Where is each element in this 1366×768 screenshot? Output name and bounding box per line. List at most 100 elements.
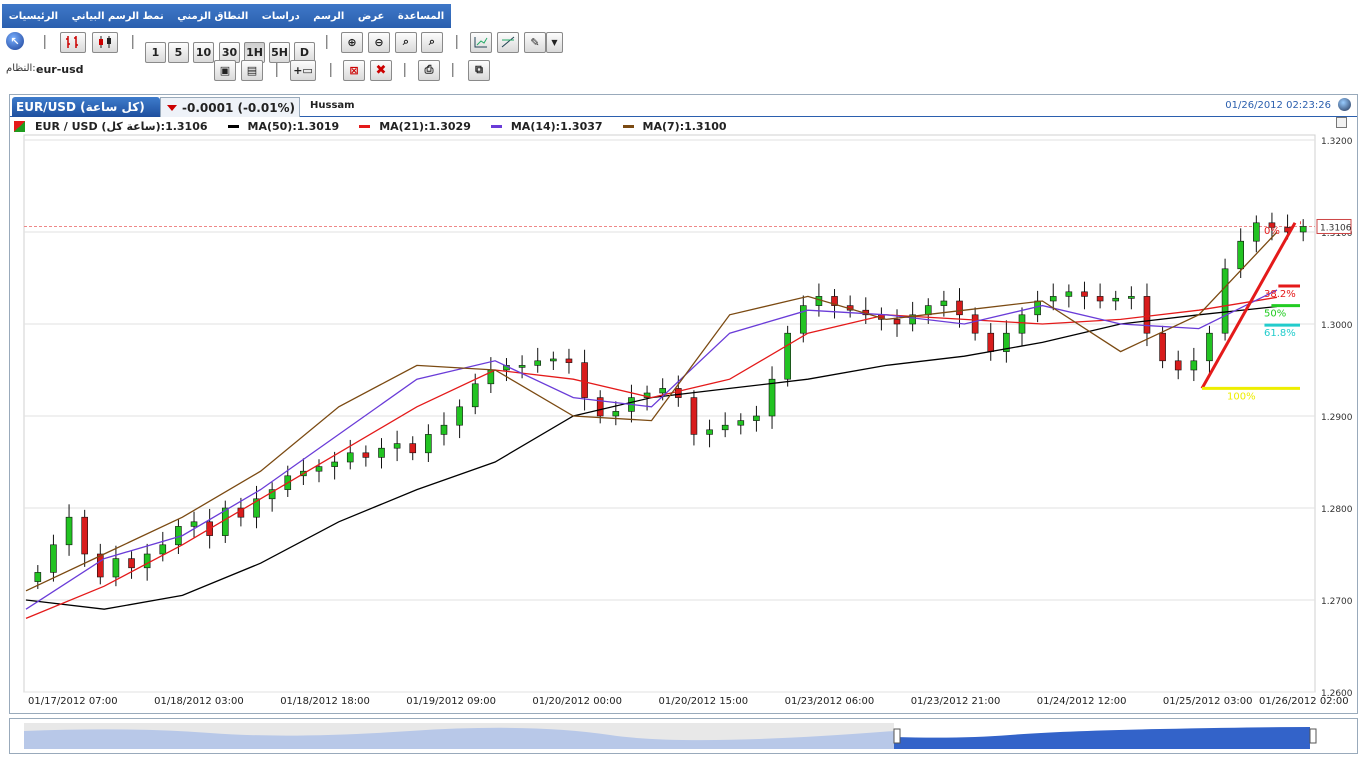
candle-chart-button[interactable] <box>92 31 118 53</box>
separator <box>456 35 458 49</box>
separator <box>330 63 332 77</box>
candle-body <box>799 305 807 334</box>
candle-body <box>659 388 666 394</box>
x-tick-label: 01/20/2012 00:00 <box>532 696 622 707</box>
candle-body <box>1221 268 1229 334</box>
candle-body <box>1018 314 1026 334</box>
y-tick-label: 1.2700 <box>1321 597 1353 607</box>
candle-body <box>956 300 963 316</box>
load-icon: ▤ <box>246 63 258 77</box>
x-tick-label: 01/25/2012 03:00 <box>1163 696 1253 707</box>
x-tick-label: 01/17/2012 07:00 <box>28 696 118 707</box>
candlestick-icon <box>99 36 111 48</box>
menu-item-3[interactable]: دراسات <box>262 11 300 22</box>
candle-body <box>987 332 995 352</box>
candle-body <box>1253 222 1260 242</box>
y-tick-label: 1.2900 <box>1321 413 1353 423</box>
price-chart[interactable]: 1.32001.31001.30001.29001.28001.27001.26… <box>10 95 1357 713</box>
chevron-down-icon: ▼ <box>551 37 558 47</box>
candle-body <box>1237 240 1245 270</box>
magnifier-icon: ⌕ <box>402 35 410 48</box>
x-tick-label: 01/20/2012 15:00 <box>659 696 749 707</box>
clear-icon: ⊠ <box>349 63 359 77</box>
clear-drawings-button[interactable]: ⊠ <box>343 59 365 81</box>
zoom-in-icon: ⊕ <box>347 35 357 49</box>
zoom-in-button[interactable]: ⊕ <box>341 31 363 53</box>
candle-body <box>924 305 932 316</box>
candle-body <box>331 461 338 467</box>
candle-body <box>1143 296 1151 334</box>
save-button[interactable]: ▣ <box>214 59 236 81</box>
candle-body <box>440 424 448 435</box>
trendline-icon <box>501 36 515 48</box>
separator <box>404 63 406 77</box>
menu-item-1[interactable]: نمط الرسم البياني <box>72 11 164 22</box>
candle-body <box>1081 291 1088 297</box>
y-tick-label: 1.3000 <box>1321 321 1353 331</box>
candle-body <box>34 572 42 582</box>
menu-item-4[interactable]: الرسم <box>313 11 344 22</box>
zoom-area-button[interactable]: ⌕ <box>421 31 443 53</box>
menu-item-5[interactable]: عرض <box>358 11 385 22</box>
candle-body <box>706 429 713 435</box>
magnifier-area-icon: ⌕ <box>428 35 436 48</box>
candle-body <box>1128 296 1135 299</box>
fib-level-label: 61.8% <box>1264 328 1296 339</box>
menu-bar: الرئيسيات نمط الرسم البياني النطاق الزمني د… <box>0 0 1366 29</box>
zoom-out-button[interactable]: ⊖ <box>368 31 390 53</box>
pencil-icon: ✎ <box>530 35 540 49</box>
candle-body <box>768 378 776 417</box>
candle-body <box>737 420 745 426</box>
separator <box>326 35 328 49</box>
candle-body <box>518 365 526 368</box>
candle-body <box>1159 332 1166 362</box>
candle-body <box>784 332 791 380</box>
chart-panel: EUR/USD (كل ساعة) -0.0001 (-0.01%) Hussa… <box>9 94 1358 714</box>
x-tick-label: 01/23/2012 21:00 <box>911 696 1001 707</box>
candle-body <box>65 516 73 546</box>
y-tick-label: 1.3200 <box>1321 137 1353 147</box>
load-button[interactable]: ▤ <box>241 59 263 81</box>
candle-body <box>456 406 463 426</box>
delete-button[interactable]: ✖ <box>370 59 392 81</box>
print-button[interactable]: ⎙ <box>418 59 440 81</box>
candle-body <box>1112 297 1120 302</box>
add-chart-button[interactable]: +▭ <box>290 59 316 81</box>
candle-body <box>190 521 198 527</box>
symbol-input[interactable]: eur-usd <box>36 63 84 76</box>
zoom-reset-button[interactable]: ⌕ <box>395 31 417 53</box>
menu-item-6[interactable]: المساعدة <box>398 11 444 22</box>
navigator-chart[interactable] <box>10 719 1357 753</box>
candle-body <box>112 558 120 578</box>
candle-body <box>143 553 151 569</box>
candle-body <box>971 314 979 334</box>
x-tick-label: 01/18/2012 03:00 <box>154 696 244 707</box>
plot-area <box>23 134 1316 693</box>
navigator-selected-area <box>894 727 1310 749</box>
popout-button[interactable]: ⧉ <box>468 59 490 81</box>
separator <box>132 35 134 49</box>
candle-body <box>1174 360 1182 371</box>
candle-body <box>378 447 385 458</box>
navigator-left-handle <box>893 728 901 744</box>
pointer-icon[interactable]: ↖ <box>6 32 24 50</box>
bar-chart-button[interactable] <box>60 31 86 53</box>
indicator-button[interactable] <box>470 31 492 53</box>
trendline-button[interactable] <box>497 31 519 53</box>
x-tick-label: 01/18/2012 18:00 <box>280 696 370 707</box>
menu-item-0[interactable]: الرئيسيات <box>9 11 58 22</box>
candle-body <box>581 362 588 398</box>
candle-body <box>81 516 88 555</box>
y-tick-label: 1.2800 <box>1321 505 1353 515</box>
draw-button[interactable]: ✎ <box>524 31 546 53</box>
candle-body <box>128 558 135 569</box>
candle-body <box>409 443 417 454</box>
candle-body <box>1049 296 1057 302</box>
x-tick-label: 01/19/2012 09:00 <box>406 696 496 707</box>
last-price-label: 1.3106 <box>1320 223 1352 233</box>
menu-item-2[interactable]: النطاق الزمني <box>177 11 248 22</box>
fib-level-label: 38.2% <box>1264 289 1296 300</box>
save-icon: ▣ <box>219 63 231 77</box>
draw-dropdown-button[interactable]: ▼ <box>546 31 563 53</box>
candle-body <box>346 452 354 463</box>
